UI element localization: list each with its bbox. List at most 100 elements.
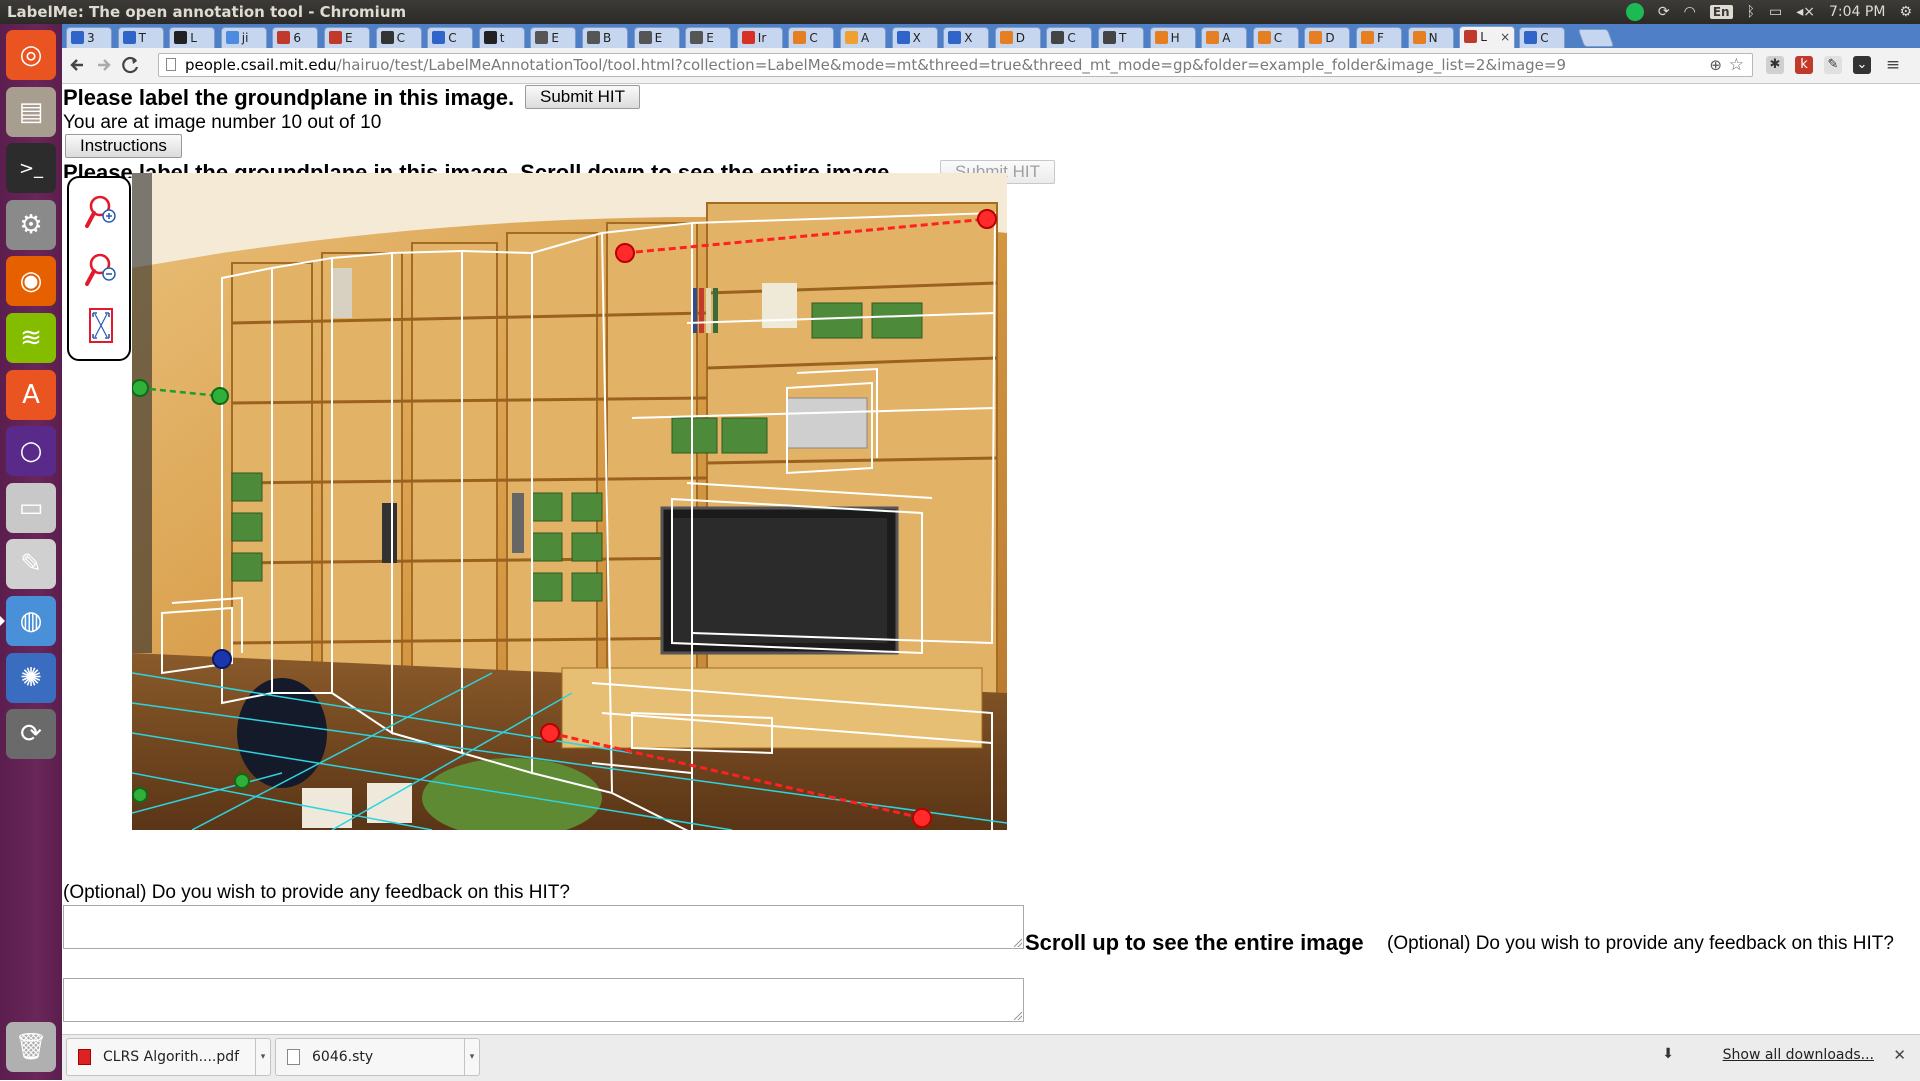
file-icon [287, 1049, 300, 1065]
tab[interactable]: N [1407, 27, 1454, 48]
tab-close-icon[interactable]: × [1500, 27, 1510, 47]
fit-image-tool[interactable] [83, 306, 119, 346]
annotation-image-canvas[interactable] [132, 173, 1007, 830]
launcher-chromium[interactable]: ◍ [6, 596, 56, 646]
zoom-icon[interactable]: ⊕ [1709, 54, 1722, 76]
tab[interactable]: 6 [272, 27, 319, 48]
tab-label: A [1222, 31, 1231, 45]
bookmark-star-icon[interactable]: ☆ [1729, 54, 1744, 76]
show-all-downloads-link[interactable]: Show all downloads... [1723, 1047, 1874, 1063]
bluetooth-icon[interactable]: ᛒ [1747, 4, 1755, 20]
keyboard-layout-indicator[interactable]: En [1709, 5, 1733, 19]
tab[interactable]: E [530, 27, 577, 48]
settings-gear-icon[interactable]: ⚙ [1899, 4, 1912, 20]
software-center-icon: A [22, 379, 40, 410]
tab[interactable]: A [1201, 27, 1248, 48]
tab[interactable]: E [633, 27, 680, 48]
address-bar[interactable]: people.csail.mit.edu/hairuo/test/LabelMe… [158, 53, 1753, 77]
launcher-ubuntu-dash[interactable]: ◎ [6, 30, 56, 80]
launcher-drawing[interactable]: ✎ [6, 539, 56, 590]
tab[interactable]: D [994, 27, 1041, 48]
launcher-disks[interactable]: ▭ [6, 482, 56, 533]
files-icon: ▤ [18, 96, 44, 127]
feedback-textarea[interactable] [63, 905, 1024, 949]
tab-active[interactable]: L × [1459, 26, 1516, 48]
tab[interactable]: E [685, 27, 732, 48]
tab[interactable]: T [1098, 27, 1144, 48]
scene-image[interactable] [132, 173, 1007, 830]
feedback-textarea-secondary[interactable] [63, 978, 1024, 1022]
launcher-terminal[interactable]: >_ [6, 143, 56, 194]
launcher-firefox[interactable]: ◉ [6, 256, 56, 307]
back-button[interactable] [67, 54, 89, 76]
tab[interactable]: C [375, 27, 422, 48]
tab-favicon-icon [741, 31, 755, 44]
launcher-system-settings[interactable]: ⚙ [6, 199, 56, 250]
reload-button[interactable] [120, 54, 142, 76]
submit-hit-button[interactable]: Submit HIT [525, 85, 641, 109]
instructions-button[interactable]: Instructions [65, 134, 182, 158]
launcher-software-updater[interactable]: ⟳ [6, 709, 56, 760]
tab[interactable]: C [1252, 27, 1299, 48]
launcher-spotify[interactable]: ≋ [6, 313, 56, 363]
system-top-bar: LabelMe: The open annotation tool - Chro… [0, 0, 1920, 24]
download-menu-chevron-icon[interactable]: ▾ [464, 1039, 479, 1075]
feedback-prompt-secondary-text: (Optional) Do you wish to provide any fe… [1387, 933, 1894, 954]
extension-puzzle-icon[interactable]: ✱ [1766, 56, 1784, 74]
launcher-files[interactable]: ▤ [6, 86, 56, 137]
unity-launcher: ◎ ▤ >_ ⚙ ◉ ≋ A ○ ▭ ✎ ◍ ✺ ⟳ 🗑 [0, 24, 63, 1080]
tab[interactable]: C [1519, 27, 1566, 48]
tab[interactable]: t [478, 27, 525, 48]
volume-icon[interactable]: ◂× [1796, 4, 1815, 20]
clock[interactable]: 7:04 PM [1829, 4, 1885, 20]
tab-label: ji [241, 31, 249, 45]
tab[interactable]: D [1304, 27, 1351, 48]
tab[interactable]: 3 [66, 27, 112, 48]
forward-button[interactable] [92, 54, 114, 76]
tab-favicon-icon [690, 31, 704, 44]
tab-label: C [1273, 31, 1283, 45]
tab[interactable]: E [324, 27, 370, 48]
feedback-prompt-secondary: (Optional) Do you wish to provide any fe… [1387, 932, 1917, 956]
tab[interactable]: C [788, 27, 835, 48]
sync-icon[interactable]: ⟳ [1658, 4, 1670, 20]
extension-pen-icon[interactable]: ✎ [1824, 56, 1842, 74]
tab-label: T [138, 31, 146, 45]
tab[interactable]: C [427, 27, 474, 48]
tab[interactable]: ji [220, 27, 267, 48]
tab[interactable]: H [1149, 27, 1196, 48]
tab[interactable]: F [1356, 27, 1402, 48]
url-path: /hairuo/test/LabelMeAnnotationTool/tool.… [336, 56, 1566, 74]
wifi-icon[interactable]: ◠ [1684, 4, 1696, 20]
tab[interactable]: L [169, 27, 216, 48]
tab[interactable]: B [582, 27, 628, 48]
spotify-tray-icon[interactable] [1625, 3, 1644, 21]
battery-icon[interactable]: ▭ [1769, 4, 1782, 20]
tab[interactable]: C [1046, 27, 1093, 48]
chrome-menu-icon[interactable]: ≡ [1884, 56, 1902, 74]
download-item-pdf[interactable]: CLRS Algorith....pdf ▾ [66, 1038, 271, 1076]
tab-label: L [190, 31, 197, 45]
new-tab-button[interactable] [1577, 29, 1615, 47]
shotwell-icon: ✺ [20, 662, 42, 693]
download-item-sty[interactable]: 6046.sty ▾ [275, 1038, 480, 1076]
launcher-software-center[interactable]: A [6, 369, 56, 420]
download-menu-chevron-icon[interactable]: ▾ [255, 1039, 270, 1075]
extension-k-icon[interactable]: k [1795, 56, 1813, 74]
annotation-toolbox [67, 176, 131, 361]
ring-icon: ○ [19, 436, 43, 467]
tab[interactable]: Ir [736, 27, 783, 48]
tab[interactable]: T [117, 27, 164, 48]
tab[interactable]: X [943, 27, 990, 48]
tab[interactable]: X [891, 27, 938, 48]
launcher-shotwell[interactable]: ✺ [6, 652, 56, 703]
tab-label: E [551, 31, 559, 45]
pocket-icon[interactable]: ⌄ [1853, 56, 1871, 74]
tab-label: E [654, 31, 663, 45]
close-shelf-icon[interactable]: ✕ [1893, 1046, 1906, 1064]
zoom-out-tool[interactable] [83, 250, 119, 290]
tab[interactable]: A [840, 27, 886, 48]
launcher-trash[interactable]: 🗑 [6, 1022, 56, 1072]
zoom-in-tool[interactable] [83, 192, 119, 232]
launcher-unity-tweak[interactable]: ○ [6, 426, 56, 477]
